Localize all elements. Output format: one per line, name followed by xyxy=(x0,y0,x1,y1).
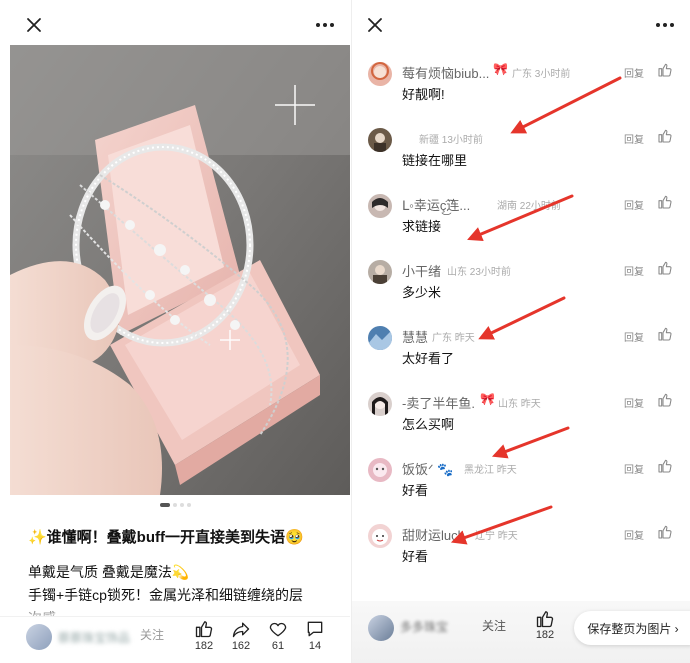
pager-dot xyxy=(179,503,184,507)
like-button[interactable]: 182 xyxy=(530,609,560,641)
author-name[interactable]: 多多珠宝 xyxy=(400,618,448,635)
post-title: ✨谁懂啊！叠戴buff一开直接美到失语🥹 xyxy=(28,529,304,546)
thumbs-up-icon[interactable] xyxy=(657,326,673,342)
comment-meta: 山东 23小时前 xyxy=(447,267,511,278)
comment-text: 多少米 xyxy=(402,285,442,300)
post-line: 单戴是气质 叠戴是魔法💫 xyxy=(28,564,190,580)
commenter-name[interactable]: -卖了半年鱼. xyxy=(402,393,475,412)
commenter-avatar[interactable] xyxy=(368,128,392,152)
author-avatar[interactable] xyxy=(368,615,394,641)
pager-dot xyxy=(172,503,177,507)
comment-meta: 广东 3小时前 xyxy=(512,69,571,80)
post-bottom-bar: 蔡蔡珠宝饰品 关注 182 162 61 14 xyxy=(0,616,350,663)
comment-item: 小干绪 山东 23小时前 多少米 回复 xyxy=(352,260,690,326)
heart-icon xyxy=(269,622,287,637)
comment-item: ᒪ◦幸运ç͜͡连... 湖南 22小时前 求链接 回复 xyxy=(352,194,690,260)
comment-text: 求链接 xyxy=(402,219,442,234)
comment-item: 饭饭ᐟ 🐾 黑龙江 昨天 好看 回复 xyxy=(352,458,690,524)
share-arrow-icon xyxy=(232,622,250,638)
post-top-bar xyxy=(0,0,350,48)
comment-meta: 广东 昨天 xyxy=(432,333,475,344)
follow-button[interactable]: 关注 xyxy=(140,626,164,643)
thumbs-up-icon[interactable] xyxy=(657,524,673,540)
share-button[interactable]: 162 xyxy=(223,619,259,652)
commenter-name[interactable]: 小干绪 xyxy=(402,261,441,280)
comment-item: 莓有烦恼biub... 🎀 广东 3小时前 好靓啊! 回复 xyxy=(352,62,690,128)
thumbs-up-icon[interactable] xyxy=(657,62,673,78)
commenter-avatar[interactable] xyxy=(368,458,392,482)
reply-button[interactable]: 回复 xyxy=(624,461,644,476)
comment-item: 新疆 13小时前 链接在哪里 回复 xyxy=(352,128,690,194)
favorite-count: 61 xyxy=(271,640,285,652)
comment-text: 好看 xyxy=(402,549,429,564)
share-count: 162 xyxy=(231,640,251,652)
author-avatar[interactable] xyxy=(26,624,52,650)
commenter-avatar[interactable] xyxy=(368,326,392,350)
save-page-as-image-button[interactable]: 保存整页为图片 › xyxy=(574,611,690,645)
image-pager xyxy=(0,503,350,507)
comment-text: 怎么买啊 xyxy=(402,417,455,432)
post-photo[interactable] xyxy=(10,45,350,495)
comment-item: -卖了半年鱼. 🎀 山东 昨天 怎么买啊 回复 xyxy=(352,392,690,458)
comment-meta: 湖南 22小时前 xyxy=(497,201,561,212)
thumbs-up-icon xyxy=(536,611,554,628)
like-count: 182 xyxy=(194,640,214,652)
like-button[interactable]: 182 xyxy=(186,619,222,652)
reply-button[interactable]: 回复 xyxy=(624,131,644,146)
reply-button[interactable]: 回复 xyxy=(624,527,644,542)
commenter-avatar[interactable] xyxy=(368,260,392,284)
thumbs-up-icon[interactable] xyxy=(657,458,673,474)
reply-button[interactable]: 回复 xyxy=(624,197,644,212)
thumbs-up-icon[interactable] xyxy=(657,128,673,144)
comment-button[interactable]: 14 xyxy=(297,619,333,652)
commenter-name[interactable]: 莓有烦恼biub... xyxy=(402,63,489,82)
comment-meta: 新疆 13小时前 xyxy=(419,135,483,146)
like-count: 182 xyxy=(535,629,555,641)
more-options-icon[interactable] xyxy=(311,13,339,37)
thumbs-up-icon[interactable] xyxy=(657,260,673,276)
commenter-avatar[interactable] xyxy=(368,392,392,416)
bow-badge-icon: 🎀 xyxy=(493,62,508,76)
comment-item: 慧慧 广东 昨天 太好看了 回复 xyxy=(352,326,690,392)
thumbs-up-icon[interactable] xyxy=(657,392,673,408)
post-panel: ✨谁懂啊！叠戴buff一开直接美到失语🥹 单戴是气质 叠戴是魔法💫 手镯+手链c… xyxy=(0,0,350,663)
thumbs-up-icon xyxy=(195,621,213,638)
reply-button[interactable]: 回复 xyxy=(624,329,644,344)
comment-bubble-icon xyxy=(307,621,323,637)
comments-top-bar xyxy=(352,0,690,48)
comment-text: 好靓啊! xyxy=(402,87,445,102)
reply-button[interactable]: 回复 xyxy=(624,65,644,80)
pager-dot-active xyxy=(159,503,170,507)
comment-text: 好看 xyxy=(402,483,429,498)
close-icon[interactable] xyxy=(22,13,46,37)
bow-badge-icon: 🎀 xyxy=(480,392,495,406)
commenter-avatar[interactable] xyxy=(368,62,392,86)
comment-meta: 山东 昨天 xyxy=(498,399,541,410)
more-options-icon[interactable] xyxy=(651,13,679,37)
comment-meta: 辽宁 昨天 xyxy=(475,531,518,542)
commenter-avatar[interactable] xyxy=(368,194,392,218)
commenter-name[interactable]: ᒪ◦幸运ç͜͡连... xyxy=(402,195,470,214)
commenter-name[interactable]: 饭饭ᐟ 🐾 xyxy=(402,459,453,478)
reply-button[interactable]: 回复 xyxy=(624,263,644,278)
thumbs-up-icon[interactable] xyxy=(657,194,673,210)
pager-dot xyxy=(186,503,191,507)
close-icon[interactable] xyxy=(363,13,387,37)
commenter-name[interactable]: 甜财运luck xyxy=(402,525,464,544)
comments-bottom-bar: 多多珠宝 关注 182 保存整页为图片 › xyxy=(352,601,690,663)
commenter-avatar[interactable] xyxy=(368,524,392,548)
commenter-name[interactable]: 慧慧 xyxy=(402,327,428,346)
comment-meta: 黑龙江 昨天 xyxy=(464,465,517,476)
comment-text: 太好看了 xyxy=(402,351,455,366)
follow-button[interactable]: 关注 xyxy=(482,617,506,634)
favorite-button[interactable]: 61 xyxy=(260,619,296,652)
comment-text: 链接在哪里 xyxy=(402,153,468,168)
reply-button[interactable]: 回复 xyxy=(624,395,644,410)
comments-panel: 莓有烦恼biub... 🎀 广东 3小时前 好靓啊! 回复 新疆 13小时前 链… xyxy=(351,0,690,663)
comment-count: 14 xyxy=(308,640,322,652)
comment-item: 甜财运luck 辽宁 昨天 好看 回复 xyxy=(352,524,690,590)
author-name[interactable]: 蔡蔡珠宝饰品 xyxy=(58,629,130,646)
